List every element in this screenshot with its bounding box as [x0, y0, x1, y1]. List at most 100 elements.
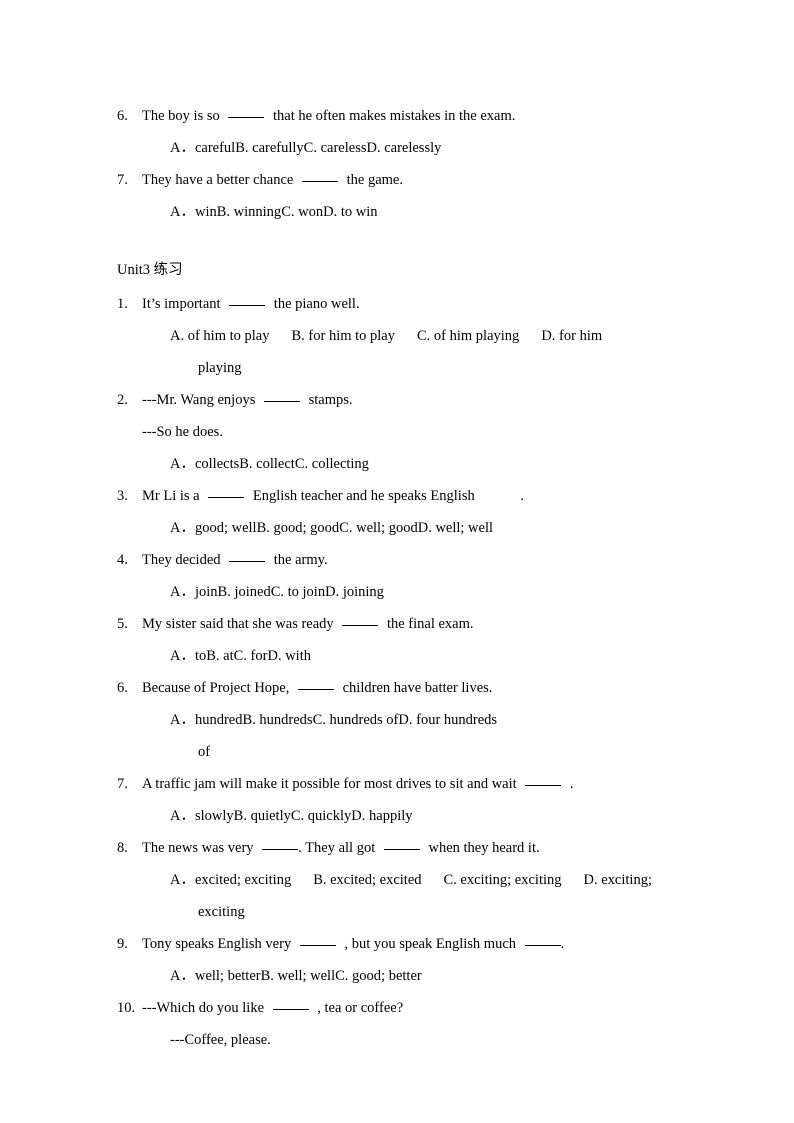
question-body: ---Which do you like , tea or coffee? --… [142, 992, 697, 1056]
question-number: 9. [117, 936, 128, 952]
option-b[interactable]: B. collect [239, 448, 295, 480]
option-c[interactable]: C. hundreds of [313, 704, 399, 736]
option-c[interactable]: C. careless [304, 132, 367, 164]
option-d[interactable]: D. four hundreds [398, 704, 497, 736]
option-b[interactable]: B. for him to play [291, 320, 395, 352]
option-c[interactable]: C. for [234, 640, 268, 672]
option-c[interactable]: C. well; good [339, 512, 418, 544]
option-b[interactable]: B. excited; excited [313, 864, 421, 896]
stem-text-after: children have batter lives. [342, 680, 493, 696]
option-a[interactable]: A．win [170, 196, 217, 228]
option-c[interactable]: C. quickly [291, 800, 351, 832]
option-d[interactable]: D. carelessly [366, 132, 441, 164]
question-stem: Mr Li is a English teacher and he speaks… [142, 480, 697, 512]
option-a[interactable]: A．excited; exciting [170, 864, 291, 896]
option-a[interactable]: A. of him to play [170, 320, 269, 352]
stem-text-after: when they heard it. [428, 840, 540, 856]
option-b[interactable]: B. at [206, 640, 233, 672]
answer-blank[interactable] [525, 785, 562, 786]
option-d[interactable]: D. exciting; [584, 864, 652, 896]
answer-blank[interactable] [229, 561, 266, 562]
option-d[interactable]: D. with [267, 640, 311, 672]
answer-blank[interactable] [301, 181, 338, 182]
option-list: A．good; wellB. good; goodC. well; goodD.… [142, 512, 697, 544]
stem-text-after: the final exam. [386, 616, 474, 632]
stem-text-before: My sister said that she was ready [142, 616, 334, 632]
question-item: 1. It’s important the piano well. A. of … [117, 288, 697, 384]
question-body: The boy is so that he often makes mistak… [142, 100, 697, 164]
answer-blank-2[interactable] [383, 849, 420, 850]
option-a[interactable]: A．collects [170, 448, 239, 480]
question-number: 10. [117, 1000, 136, 1016]
worksheet-content: 6. The boy is so that he often makes mis… [117, 100, 697, 1056]
option-row: A．well; betterB. well; wellC. good; bett… [170, 960, 697, 992]
answer-blank[interactable] [208, 497, 245, 498]
option-c[interactable]: C. to join [271, 576, 325, 608]
question-number: 2. [117, 392, 128, 408]
option-row: A．excited; exciting B. excited; excited C.… [170, 864, 697, 896]
question-body: Tony speaks English very , but you speak… [142, 928, 697, 992]
option-c[interactable]: C. exciting; exciting [444, 864, 562, 896]
option-b[interactable]: B. winning [217, 196, 281, 228]
option-c[interactable]: C. collecting [295, 448, 369, 480]
option-b[interactable]: B. carefully [235, 132, 303, 164]
option-a[interactable]: A．to [170, 640, 206, 672]
answer-blank[interactable] [298, 689, 334, 690]
answer-blank[interactable] [229, 305, 266, 306]
question-item: 10. ---Which do you like , tea or coffee… [117, 992, 697, 1056]
stem-text-before: It’s important [142, 296, 221, 312]
question-stem: ---Which do you like , tea or coffee? [142, 992, 697, 1024]
option-c[interactable]: C. good; better [335, 960, 422, 992]
option-continuation: playing [198, 360, 242, 376]
question-body: ---Mr. Wang enjoys stamps. ---So he does… [142, 384, 697, 480]
answer-blank[interactable] [228, 117, 265, 118]
stem-text-after: the game. [346, 172, 403, 188]
option-a[interactable]: A．join [170, 576, 218, 608]
question-item: 9. Tony speaks English very , but you sp… [117, 928, 697, 992]
option-d[interactable]: D. happily [351, 800, 412, 832]
option-d[interactable]: D. to win [323, 196, 377, 228]
option-list: A．toB. atC. forD. with [142, 640, 697, 672]
answer-blank-2[interactable] [524, 945, 561, 946]
stem-text-before: ---Mr. Wang enjoys [142, 392, 256, 408]
stem-text-after: that he often makes mistakes in the exam… [272, 108, 516, 124]
section-heading: Unit3 练习 [117, 262, 183, 278]
question-number: 1. [117, 296, 128, 312]
answer-blank[interactable] [263, 401, 300, 402]
option-a[interactable]: A．hundred [170, 704, 243, 736]
answer-blank[interactable] [342, 625, 379, 626]
question-item: 6. Because of Project Hope, children hav… [117, 672, 697, 768]
question-body: Mr Li is a English teacher and he speaks… [142, 480, 697, 544]
option-a[interactable]: A．careful [170, 132, 235, 164]
option-c[interactable]: C. of him playing [417, 320, 519, 352]
stem-text-after: the piano well. [273, 296, 360, 312]
option-row: A．winB. winningC. wonD. to win [170, 196, 697, 228]
option-b[interactable]: B. well; well [261, 960, 336, 992]
question-stem: My sister said that she was ready the fi… [142, 608, 697, 640]
question-stem: They decided the army. [142, 544, 697, 576]
option-a[interactable]: A．good; well [170, 512, 257, 544]
stem-text-mid: . They all got [298, 840, 376, 856]
option-d[interactable]: D. for him [541, 320, 602, 352]
stem-text-after: English teacher and he speaks English [252, 488, 475, 504]
option-row: A．good; wellB. good; goodC. well; goodD.… [170, 512, 697, 544]
option-a[interactable]: A．well; better [170, 960, 261, 992]
question-number: 5. [117, 616, 128, 632]
stem-text-before: Because of Project Hope, [142, 680, 290, 696]
option-b[interactable]: B. good; good [257, 512, 340, 544]
option-list: A. of him to play B. for him to play C. of… [142, 320, 697, 384]
question-stem: A traffic jam will make it possible for … [142, 768, 697, 800]
option-row: A．slowlyB. quietlyC. quicklyD. happily [170, 800, 697, 832]
answer-blank[interactable] [262, 849, 299, 850]
option-c[interactable]: C. won [281, 196, 323, 228]
option-a[interactable]: A．slowly [170, 800, 234, 832]
option-b[interactable]: B. hundreds [243, 704, 313, 736]
option-d[interactable]: D. joining [325, 576, 384, 608]
option-d[interactable]: D. well; well [418, 512, 493, 544]
option-b[interactable]: B. joined [218, 576, 271, 608]
answer-blank[interactable] [299, 945, 336, 946]
question-number: 8. [117, 840, 128, 856]
answer-blank[interactable] [272, 1009, 309, 1010]
option-b[interactable]: B. quietly [234, 800, 291, 832]
question-body: They have a better chance the game. A．wi… [142, 164, 697, 228]
